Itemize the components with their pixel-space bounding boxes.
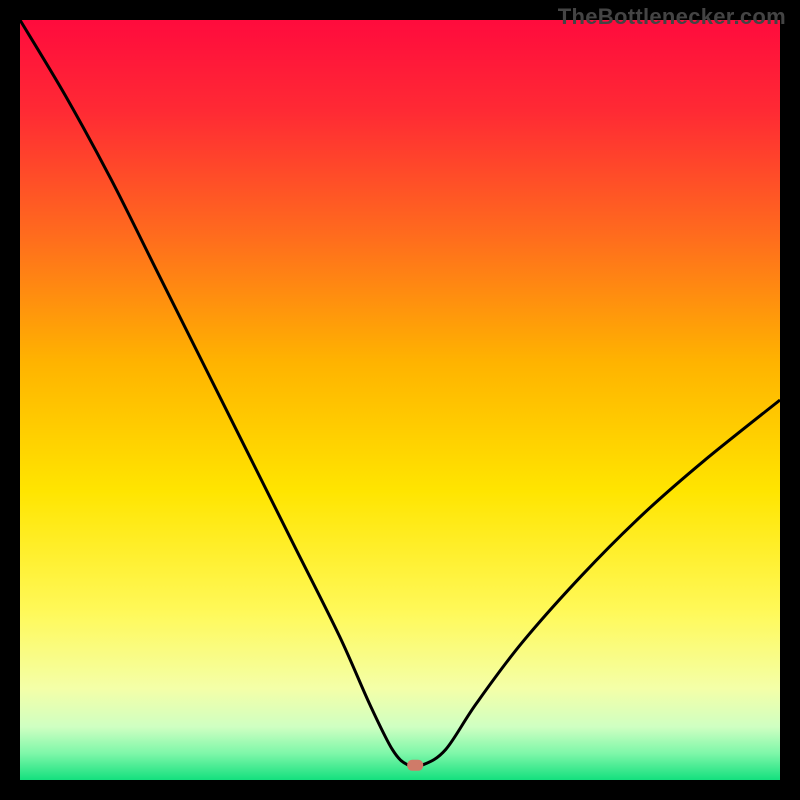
plot-area	[20, 20, 780, 780]
watermark-text: TheBottlenecker.com	[558, 4, 786, 30]
optimal-point-marker	[407, 760, 423, 771]
gradient-background	[20, 20, 780, 780]
bottleneck-chart	[20, 20, 780, 780]
chart-frame: TheBottlenecker.com	[0, 0, 800, 800]
